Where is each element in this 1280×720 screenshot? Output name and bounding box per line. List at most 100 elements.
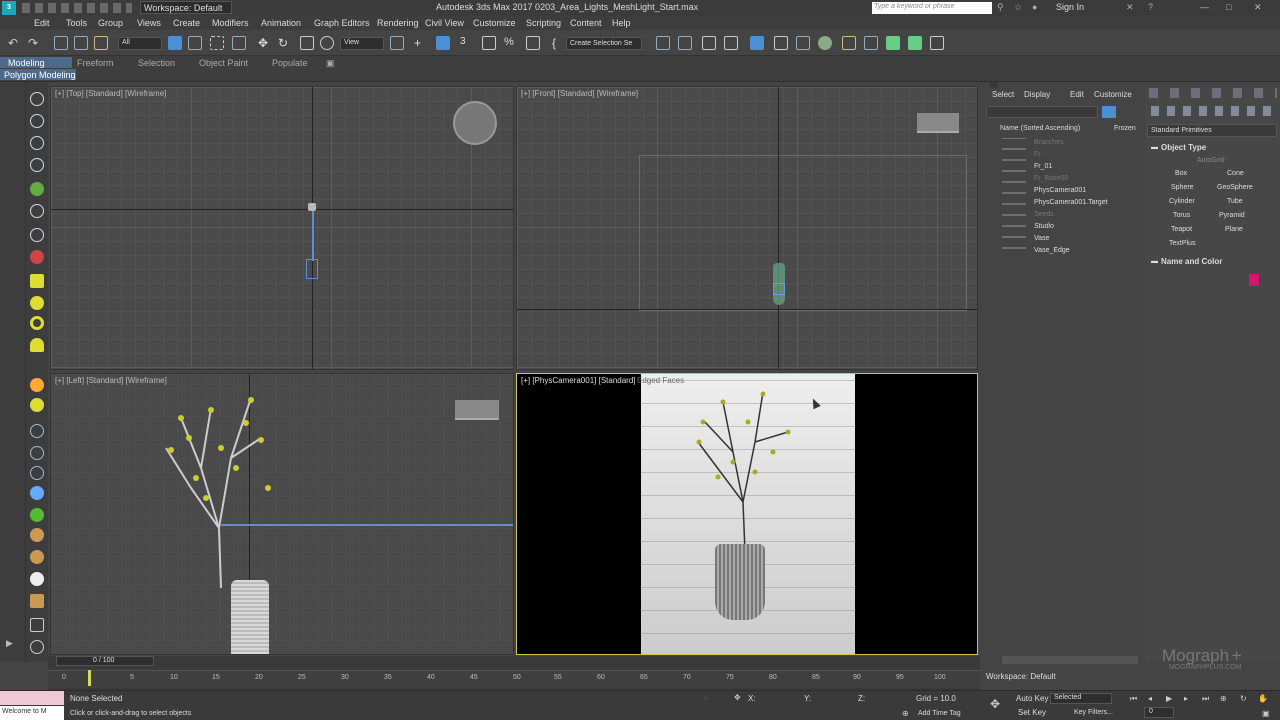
keyboard-shortcut-icon[interactable] — [436, 36, 450, 50]
scene-item-physcamera001[interactable]: PhysCamera001 — [1034, 187, 1086, 194]
light-icon[interactable] — [30, 378, 44, 392]
scene-filter-icon[interactable] — [1102, 106, 1116, 118]
ribbon-sub-polygon-modeling[interactable]: Polygon Modeling — [4, 70, 76, 80]
hierarchy-icon[interactable] — [30, 136, 44, 150]
menu-scripting[interactable]: Scripting — [526, 18, 561, 28]
scene-tab-select[interactable]: Select — [992, 90, 1014, 99]
scene-item-seeds[interactable]: Seeds — [1034, 211, 1054, 218]
scene-tab-display[interactable]: Display — [1024, 90, 1050, 99]
menu-content[interactable]: Content — [570, 18, 602, 28]
viewcube-left-icon[interactable] — [455, 400, 499, 420]
render-online-icon[interactable] — [930, 36, 944, 50]
render-iterative-icon[interactable] — [908, 36, 922, 50]
cone-icon[interactable] — [30, 338, 44, 352]
viewport-front-label[interactable]: [+] [Front] [Standard] [Wireframe] — [521, 89, 638, 98]
maximize-icon[interactable]: □ — [1226, 2, 1231, 12]
selection-filter-dropdown[interactable]: All — [118, 37, 162, 50]
red-pen-icon[interactable] — [30, 250, 44, 264]
viewport-top-label[interactable]: [+] [Top] [Standard] [Wireframe] — [55, 89, 166, 98]
orbit-icon[interactable]: ↻ — [1240, 694, 1247, 703]
space-warp-icon[interactable] — [30, 446, 44, 460]
scene-column-name[interactable]: Name (Sorted Ascending) — [1000, 125, 1080, 132]
scene-item-physcamera001-target[interactable]: PhysCamera001.Target — [1034, 199, 1108, 206]
toggle-ribbon-icon[interactable] — [724, 36, 738, 50]
menu-customize[interactable]: Customize — [473, 18, 516, 28]
help-circle-icon[interactable] — [30, 640, 44, 654]
maximize-viewport-icon[interactable]: ▣ — [1262, 709, 1270, 718]
star-icon[interactable]: ☆ — [1014, 2, 1022, 13]
viewport-camera-mode[interactable]: Edged Faces — [637, 376, 684, 385]
exchange-icon[interactable]: ✕ — [1126, 2, 1134, 13]
bind-space-warp-icon[interactable] — [94, 36, 108, 50]
object-color-swatch[interactable] — [1249, 274, 1259, 286]
viewport-camera-label[interactable]: [+] [PhysCamera001] [Standard] — [521, 376, 636, 385]
ribbon-tab-modeling[interactable]: Modeling — [8, 58, 45, 68]
name-color-collapse-icon[interactable]: ▬ — [1151, 258, 1158, 265]
primitives-dropdown[interactable]: Standard Primitives — [1147, 124, 1277, 137]
torus-button[interactable]: Torus — [1173, 212, 1190, 219]
scene-horizontal-scrollbar[interactable] — [1002, 656, 1138, 664]
scale-icon[interactable] — [300, 36, 314, 50]
viewcube-front-icon[interactable] — [917, 113, 959, 133]
scene-tab-customize[interactable]: Customize — [1094, 90, 1132, 99]
viewport-top[interactable]: [+] [Top] [Standard] [Wireframe] — [50, 86, 514, 370]
set-key-mode-icon[interactable]: ✥ — [990, 697, 1000, 711]
systems-icon[interactable] — [30, 466, 44, 480]
transform-mode-icon[interactable]: ✥ — [734, 693, 741, 702]
command-panel-tabs[interactable] — [1149, 88, 1277, 98]
cloth-icon[interactable] — [30, 528, 44, 542]
autogrid-checkbox[interactable]: AutoGrid — [1197, 157, 1225, 164]
hair-icon[interactable] — [30, 550, 44, 564]
app-logo-icon[interactable]: 3 — [2, 1, 16, 15]
geosphere-button[interactable]: GeoSphere — [1217, 184, 1253, 191]
expand-arrow-icon[interactable]: ▶ — [6, 638, 20, 652]
ribbon-tab-freeform[interactable]: Freeform — [77, 58, 114, 68]
rotate-icon[interactable]: ↻ — [278, 36, 292, 50]
unlink-icon[interactable] — [74, 36, 88, 50]
reference-coordinate-dropdown[interactable]: View — [340, 37, 384, 50]
ribbon-tab-object-paint[interactable]: Object Paint — [199, 58, 248, 68]
schematic-view-icon[interactable] — [796, 36, 810, 50]
menu-edit[interactable]: Edit — [34, 18, 50, 28]
scene-tab-edit[interactable]: Edit — [1070, 90, 1084, 99]
workspace-dropdown[interactable]: Workspace: Default — [140, 1, 232, 14]
textplus-button[interactable]: TextPlus — [1169, 240, 1195, 247]
angle-snap-icon[interactable] — [482, 36, 496, 50]
map-icon[interactable] — [30, 618, 44, 632]
window-crossing-icon[interactable] — [232, 36, 246, 50]
prev-frame-icon[interactable]: ◂ — [1148, 694, 1152, 703]
menu-graph-editors[interactable]: Graph Editors — [314, 18, 370, 28]
scene-search-input[interactable] — [986, 106, 1098, 118]
torus-icon[interactable] — [30, 316, 44, 330]
viewport-left[interactable]: [+] [Left] [Standard] [Wireframe] — [50, 373, 514, 655]
next-frame-icon[interactable]: ▸ — [1184, 694, 1188, 703]
key-selection-dropdown[interactable]: Selected — [1050, 693, 1112, 704]
material-editor-icon[interactable] — [818, 36, 832, 50]
camera-icon[interactable] — [30, 398, 44, 412]
select-manipulate-icon[interactable]: + — [414, 36, 428, 50]
menu-group[interactable]: Group — [98, 18, 123, 28]
ribbon-tab-selection[interactable]: Selection — [138, 58, 175, 68]
ribbon-tab-populate[interactable]: Populate — [272, 58, 308, 68]
maxscript-input[interactable]: Welcome to M — [0, 706, 64, 720]
scene-item-branches[interactable]: Branches — [1034, 139, 1064, 146]
command-category-icons[interactable] — [1151, 106, 1271, 116]
scene-explorer-icon[interactable] — [750, 36, 764, 50]
scene-item-vase[interactable]: Vase — [1034, 235, 1049, 242]
go-to-start-icon[interactable]: ⏮ — [1130, 694, 1137, 704]
time-slider-track[interactable]: 0 / 100 — [56, 656, 154, 666]
user-icon[interactable]: ● — [1032, 2, 1037, 12]
render-setup-icon[interactable] — [842, 36, 856, 50]
scene-workspace-label[interactable]: Workspace: Default — [986, 672, 1056, 681]
play-icon[interactable]: ▶ — [1166, 694, 1172, 703]
select-object-icon[interactable] — [168, 36, 182, 50]
viewcube-top-icon[interactable] — [453, 101, 497, 145]
viewport-left-label[interactable]: [+] [Left] [Standard] [Wireframe] — [55, 376, 167, 385]
pan-icon[interactable]: ✋ — [1258, 694, 1268, 703]
scene-column-frozen[interactable]: Frozen — [1114, 125, 1136, 132]
helper-icon[interactable] — [30, 424, 44, 438]
uvw-icon[interactable] — [30, 594, 44, 608]
modify-icon[interactable] — [30, 114, 44, 128]
sign-in-link[interactable]: Sign In — [1056, 2, 1084, 12]
menu-tools[interactable]: Tools — [66, 18, 87, 28]
